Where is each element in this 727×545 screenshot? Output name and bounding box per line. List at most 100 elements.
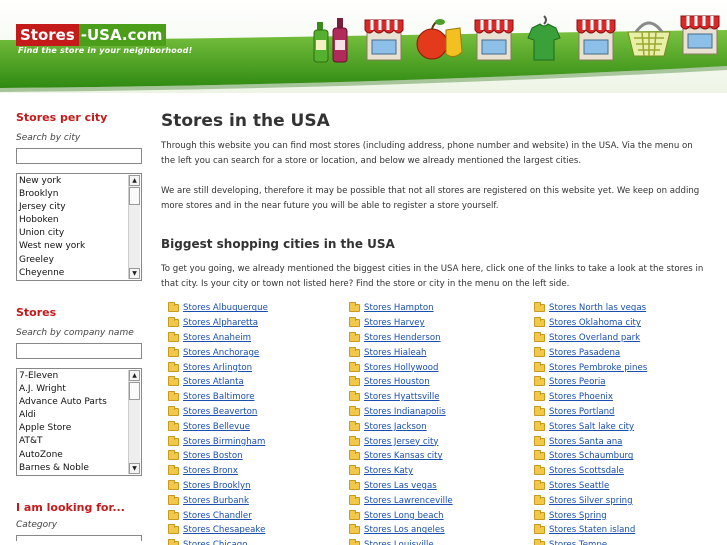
city-store-link[interactable]: Stores Phoenix (534, 390, 647, 405)
sidebar: Stores per city Search by city New york … (16, 111, 143, 541)
city-store-link[interactable]: Stores Chicago (168, 538, 268, 545)
city-store-link[interactable]: Stores Spring (534, 508, 647, 523)
city-store-link[interactable]: Stores Hialeah (349, 345, 453, 360)
city-list-scrollbar[interactable]: ▲ ▼ (128, 175, 140, 279)
city-store-link[interactable]: Stores North las vegas (534, 301, 647, 316)
scroll-up-icon[interactable]: ▲ (129, 370, 140, 381)
city-store-link[interactable]: Stores Silver spring (534, 493, 647, 508)
city-store-link[interactable]: Stores Houston (349, 375, 453, 390)
city-option[interactable]: West new york (19, 240, 141, 253)
city-store-link[interactable]: Stores Peoria (534, 375, 647, 390)
city-store-link-label: Stores Bronx (183, 466, 238, 477)
city-store-link[interactable]: Stores Scottsdale (534, 464, 647, 479)
city-store-link[interactable]: Stores Kansas city (349, 449, 453, 464)
city-store-link[interactable]: Stores Indianapolis (349, 405, 453, 420)
city-store-link[interactable]: Stores Schaumburg (534, 449, 647, 464)
site-logo[interactable]: Stores -USA.com (16, 24, 167, 46)
city-option[interactable]: Hoboken (19, 214, 141, 227)
city-store-link[interactable]: Stores Pembroke pines (534, 360, 647, 375)
city-store-link[interactable]: Stores Pasadena (534, 345, 647, 360)
city-store-link[interactable]: Stores Arlington (168, 360, 268, 375)
city-store-link[interactable]: Stores Bellevue (168, 419, 268, 434)
city-store-link[interactable]: Stores Overland park (534, 331, 647, 346)
company-option[interactable]: 7-Eleven (19, 370, 141, 383)
city-store-link[interactable]: Stores Bronx (168, 464, 268, 479)
city-store-link[interactable]: Stores Hyattsville (349, 390, 453, 405)
city-store-link-label: Stores Beaverton (183, 406, 258, 417)
company-search-input[interactable] (16, 343, 142, 359)
city-store-link-label: Stores Salt lake city (549, 421, 635, 432)
city-store-link-label: Stores Hyattsville (364, 392, 440, 403)
city-store-link[interactable]: Stores Hollywood (349, 360, 453, 375)
city-store-link-label: Stores Pasadena (549, 347, 621, 358)
folder-icon (534, 539, 545, 545)
city-store-link[interactable]: Stores Oklahoma city (534, 316, 647, 331)
city-store-link[interactable]: Stores Atlanta (168, 375, 268, 390)
company-option[interactable]: A.J. Wright (19, 383, 141, 396)
city-store-link[interactable]: Stores Chesapeake (168, 523, 268, 538)
city-store-link[interactable]: Stores Albuquerque (168, 301, 268, 316)
city-store-link[interactable]: Stores Santa ana (534, 434, 647, 449)
city-store-link[interactable]: Stores Beaverton (168, 405, 268, 420)
company-option[interactable]: Advance Auto Parts (19, 396, 141, 409)
city-store-link[interactable]: Stores Staten island (534, 523, 647, 538)
company-option[interactable]: Aldi (19, 409, 141, 422)
city-search-input[interactable] (16, 148, 142, 164)
folder-icon (168, 420, 179, 431)
city-option[interactable]: New york (19, 175, 141, 188)
city-store-link[interactable]: Stores Boston (168, 449, 268, 464)
scroll-down-icon[interactable]: ▼ (129, 463, 140, 474)
city-store-link[interactable]: Stores Los angeles (349, 523, 453, 538)
folder-icon (168, 361, 179, 372)
city-store-link[interactable]: Stores Salt lake city (534, 419, 647, 434)
city-option[interactable]: Cheyenne (19, 267, 141, 280)
city-store-link[interactable]: Stores Jersey city (349, 434, 453, 449)
city-store-link[interactable]: Stores Portland (534, 405, 647, 420)
company-option[interactable]: AutoZone (19, 449, 141, 462)
city-option[interactable]: Greeley (19, 254, 141, 267)
city-option[interactable]: Jersey city (19, 201, 141, 214)
company-option[interactable]: Barnes & Noble (19, 462, 141, 475)
city-store-link[interactable]: Stores Anchorage (168, 345, 268, 360)
city-store-link[interactable]: Stores Long beach (349, 508, 453, 523)
company-option[interactable]: AT&T (19, 435, 141, 448)
section-title: Biggest shopping cities in the USA (161, 237, 395, 251)
city-store-link-label: Stores Jackson (364, 421, 427, 432)
city-listbox[interactable]: New york Brooklyn Jersey city Hoboken Un… (16, 173, 142, 281)
city-store-link[interactable]: Stores Seattle (534, 479, 647, 494)
city-store-link-label: Stores Spring (549, 510, 607, 521)
city-store-link[interactable]: Stores Brooklyn (168, 479, 268, 494)
folder-icon (534, 435, 545, 446)
scrollbar-thumb[interactable] (129, 382, 140, 400)
city-store-link[interactable]: Stores Henderson (349, 331, 453, 346)
city-store-link[interactable]: Stores Las vegas (349, 479, 453, 494)
scroll-up-icon[interactable]: ▲ (129, 175, 140, 186)
folder-icon (349, 361, 360, 372)
city-store-link[interactable]: Stores Birmingham (168, 434, 268, 449)
folder-icon (349, 524, 360, 535)
city-store-link[interactable]: Stores Lawrenceville (349, 493, 453, 508)
city-option[interactable]: Brooklyn (19, 188, 141, 201)
city-store-link-label: Stores Katy (364, 466, 414, 477)
city-store-link[interactable]: Stores Louisville (349, 538, 453, 545)
city-store-link[interactable]: Stores Tempe (534, 538, 647, 545)
city-links-column-1: Stores Albuquerque Stores Alpharetta Store… (168, 301, 268, 545)
city-store-link[interactable]: Stores Hampton (349, 301, 453, 316)
company-list-scrollbar[interactable]: ▲ ▼ (128, 370, 140, 474)
city-store-link[interactable]: Stores Jackson (349, 419, 453, 434)
city-option[interactable]: Union city (19, 227, 141, 240)
city-store-link-label: Stores North las vegas (549, 303, 647, 314)
city-store-link[interactable]: Stores Chandler (168, 508, 268, 523)
scroll-down-icon[interactable]: ▼ (129, 268, 140, 279)
company-listbox[interactable]: 7-Eleven A.J. Wright Advance Auto Parts … (16, 368, 142, 476)
company-option[interactable]: Apple Store (19, 422, 141, 435)
city-store-link[interactable]: Stores Alpharetta (168, 316, 268, 331)
city-store-link[interactable]: Stores Katy (349, 464, 453, 479)
city-store-link[interactable]: Stores Baltimore (168, 390, 268, 405)
city-store-link[interactable]: Stores Harvey (349, 316, 453, 331)
category-select[interactable] (16, 535, 142, 541)
city-store-link[interactable]: Stores Burbank (168, 493, 268, 508)
city-store-link[interactable]: Stores Anaheim (168, 331, 268, 346)
scrollbar-thumb[interactable] (129, 187, 140, 205)
folder-icon (349, 317, 360, 328)
